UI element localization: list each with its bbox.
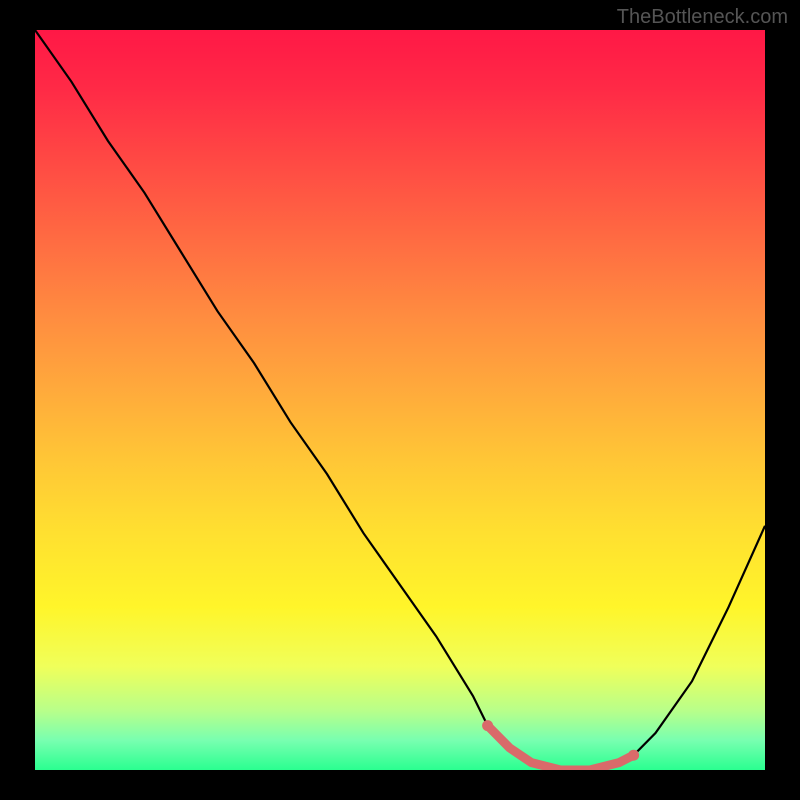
highlight-end-dot	[628, 750, 639, 761]
watermark-text: TheBottleneck.com	[617, 6, 788, 29]
curve-svg	[35, 30, 765, 770]
bottleneck-curve	[35, 30, 765, 770]
chart-container: TheBottleneck.com	[0, 0, 800, 800]
highlight-start-dot	[482, 720, 493, 731]
highlight-segment	[488, 726, 634, 770]
plot-area	[35, 30, 765, 770]
